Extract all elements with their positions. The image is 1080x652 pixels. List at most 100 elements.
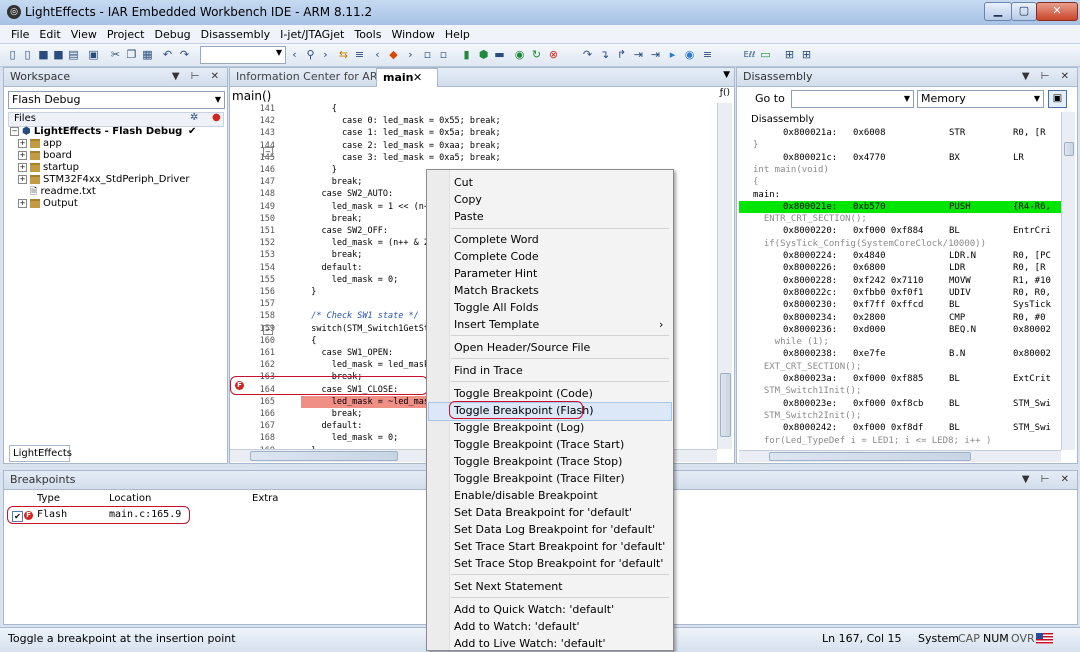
tree-row-startup[interactable]: + startup <box>10 162 222 174</box>
menu-help[interactable]: Help <box>440 25 475 44</box>
tree-row-board[interactable]: + board <box>10 150 222 162</box>
menu-item-add-quick-watch[interactable]: Add to Quick Watch: 'default' <box>454 601 614 618</box>
memory-select[interactable]: Memory ▼ <box>917 90 1044 108</box>
undo-icon[interactable]: ↶ <box>160 47 175 62</box>
stop-debug-icon[interactable]: ⊗ <box>546 47 561 62</box>
disassembly-listing[interactable]: 0x800021a: 0x6008 STR R0, [R} 0x800021c: 0x47… <box>739 127 1061 447</box>
menu-item-cut[interactable]: Cut <box>454 174 473 191</box>
disassembly-source-line[interactable]: ENTR_CRT_SECTION(); <box>739 213 1061 225</box>
nav-forward-icon[interactable]: › <box>403 47 418 62</box>
step-over-icon[interactable]: ↷ <box>580 47 595 62</box>
break-icon[interactable]: ▸ <box>665 47 680 62</box>
maximize-button[interactable]: ▢ <box>1011 2 1037 21</box>
save-all-icon[interactable]: ■ <box>51 47 66 62</box>
fold-toggle-icon[interactable]: − <box>263 147 273 157</box>
editor-vertical-scrollbar[interactable] <box>717 103 732 449</box>
menu-item-complete-word[interactable]: Complete Word <box>454 231 539 248</box>
tab-list-chevron-icon[interactable]: ▼ <box>723 70 730 80</box>
menu-item-add-watch[interactable]: Add to Watch: 'default' <box>454 618 580 635</box>
instruction-row[interactable]: 0x8000220: 0xf000 0xf884 BL EntrCri <box>739 225 1061 237</box>
build-icon[interactable]: ▮ <box>459 47 474 62</box>
debug-without-download-icon[interactable]: ▬ <box>492 47 507 62</box>
code-line[interactable]: 142 case 0: led_mask = 0x55; break; <box>247 115 717 127</box>
open-icon[interactable]: ▤ <box>66 47 81 62</box>
column-extra[interactable]: Extra <box>252 493 278 504</box>
menu-item-set-next-statement[interactable]: Set Next Statement <box>454 578 563 595</box>
menu-item-set-data-bp[interactable]: Set Data Breakpoint for 'default' <box>454 504 632 521</box>
instruction-row[interactable]: 0x8000228: 0xf242 0x7110 MOVW R1, #10 <box>739 275 1061 287</box>
cut-icon[interactable]: ✂ <box>108 47 123 62</box>
disassembly-source-line[interactable]: STM_Switch1Init(); <box>739 385 1061 397</box>
download-debug-icon[interactable]: ⬢ <box>476 47 491 62</box>
tree-row-driver[interactable]: + STM32F4xx_StdPeriph_Driver <box>10 174 222 186</box>
menu-disassembly[interactable]: Disassembly <box>196 25 276 44</box>
menu-item-toggle-bp-flash[interactable]: Toggle Breakpoint (Flash) <box>454 402 594 419</box>
find-icon[interactable]: ⚲ <box>303 47 318 62</box>
menu-item-toggle-bp-trace-stop[interactable]: Toggle Breakpoint (Trace Stop) <box>454 453 622 470</box>
nav-back-icon[interactable]: ‹ <box>370 47 385 62</box>
instruction-row[interactable]: 0x8000230: 0xf7ff 0xffcd BL SysTick <box>739 299 1061 311</box>
column-type[interactable]: Type <box>37 493 60 504</box>
code-line[interactable]: 143 case 1: led_mask = 0x5a; break; <box>247 127 717 139</box>
menu-item-set-data-log-bp[interactable]: Set Data Log Breakpoint for 'default' <box>454 521 655 538</box>
instruction-row[interactable]: 0x8000234: 0x2800 CMP R0, #0 <box>739 312 1061 324</box>
menu-item-insert-template[interactable]: Insert Template <box>454 316 539 333</box>
close-button[interactable]: ✕ <box>1036 2 1078 21</box>
configuration-select[interactable]: Flash Debug ▼ <box>8 91 225 109</box>
menu-edit[interactable]: Edit <box>34 25 65 44</box>
disassembly-source-line[interactable]: if(SysTick_Config(SystemCoreClock/10000)… <box>739 238 1061 250</box>
scroll-thumb[interactable] <box>769 452 971 461</box>
disassembly-label[interactable]: main: <box>739 189 1061 201</box>
new-workspace-icon[interactable]: ▯ <box>20 47 35 62</box>
function-navigator-icon[interactable]: ƒ() <box>720 88 730 98</box>
menu-item-open-header-source[interactable]: Open Header/Source File <box>454 339 590 356</box>
scroll-thumb[interactable] <box>1064 142 1074 156</box>
tree-row-output[interactable]: + Output <box>10 198 222 210</box>
tree-row-app[interactable]: + app <box>10 138 222 150</box>
menu-tools[interactable]: Tools <box>349 25 386 44</box>
find-combo[interactable]: ▼ <box>200 46 286 64</box>
menu-debug[interactable]: Debug <box>149 25 195 44</box>
copy-icon[interactable]: ❐ <box>124 47 139 62</box>
menu-item-find-in-trace[interactable]: Find in Trace <box>454 362 523 379</box>
menu-item-enable-disable-bp[interactable]: Enable/disable Breakpoint <box>454 487 598 504</box>
menu-item-parameter-hint[interactable]: Parameter Hint <box>454 265 537 282</box>
bookmark-icon[interactable]: ≡ <box>352 47 367 62</box>
menu-project[interactable]: Project <box>102 25 150 44</box>
layout-icon[interactable]: ⊞ <box>782 47 797 62</box>
panel-controls[interactable]: ▼ ⊢ ✕ <box>1022 471 1073 489</box>
make-icon[interactable]: ▫ <box>436 47 451 62</box>
next-statement-icon[interactable]: ⇥ <box>631 47 646 62</box>
instruction-row[interactable]: 0x800022c: 0xfbb0 0xf0f1 UDIV R0, R0, <box>739 287 1061 299</box>
disassembly-source-line[interactable]: while (1); <box>739 336 1061 348</box>
menu-item-toggle-bp-log[interactable]: Toggle Breakpoint (Log) <box>454 419 584 436</box>
fold-toggle-icon[interactable]: − <box>263 325 273 335</box>
tab-information-center[interactable]: Information Center for ARM <box>230 68 393 86</box>
menu-item-set-trace-start-bp[interactable]: Set Trace Start Breakpoint for 'default' <box>454 538 665 555</box>
menu-item-copy[interactable]: Copy <box>454 191 482 208</box>
menu-item-toggle-bp-code[interactable]: Toggle Breakpoint (Code) <box>454 385 593 402</box>
instruction-row[interactable]: 0x800023e: 0xf000 0xf8cb BL STM_Swi <box>739 398 1061 410</box>
print-icon[interactable]: ▣ <box>86 47 101 62</box>
tree-row-readme[interactable]: 🗎 readme.txt <box>10 186 222 198</box>
run-icon[interactable]: ◉ <box>682 47 697 62</box>
go-to-icon[interactable]: ⇆ <box>336 47 351 62</box>
disassembly-source-line[interactable]: } <box>739 139 1061 151</box>
compile-icon[interactable]: ▫ <box>420 47 435 62</box>
instruction-row[interactable]: 0x800021c: 0x4770 BX LR <box>739 152 1061 164</box>
save-icon[interactable]: ■ <box>36 47 51 62</box>
disassembly-source-line[interactable]: int main(void) <box>739 164 1061 176</box>
code-line[interactable]: 145 case 3: led_mask = 0xa5; break; <box>247 152 717 164</box>
goto-input[interactable]: ▼ <box>791 90 914 108</box>
scroll-thumb[interactable] <box>720 373 731 437</box>
instruction-row[interactable]: 0x8000242: 0xf000 0xf8df BL STM_Swi <box>739 422 1061 434</box>
disassembly-source-line[interactable]: { <box>739 176 1061 188</box>
reset-icon[interactable]: ↻ <box>529 47 544 62</box>
menu-view[interactable]: View <box>66 25 102 44</box>
column-location[interactable]: Location <box>109 493 151 504</box>
instruction-row[interactable]: 0x8000226: 0x6800 LDR R0, [R <box>739 262 1061 274</box>
current-instruction-row[interactable]: 0x800021e: 0xb570 PUSH {R4-R6, <box>739 200 1061 214</box>
step-out-icon[interactable]: ↱ <box>614 47 629 62</box>
instruction-row[interactable]: 0x800023a: 0xf000 0xf885 BL ExtCrit <box>739 373 1061 385</box>
scroll-thumb[interactable] <box>250 451 398 461</box>
